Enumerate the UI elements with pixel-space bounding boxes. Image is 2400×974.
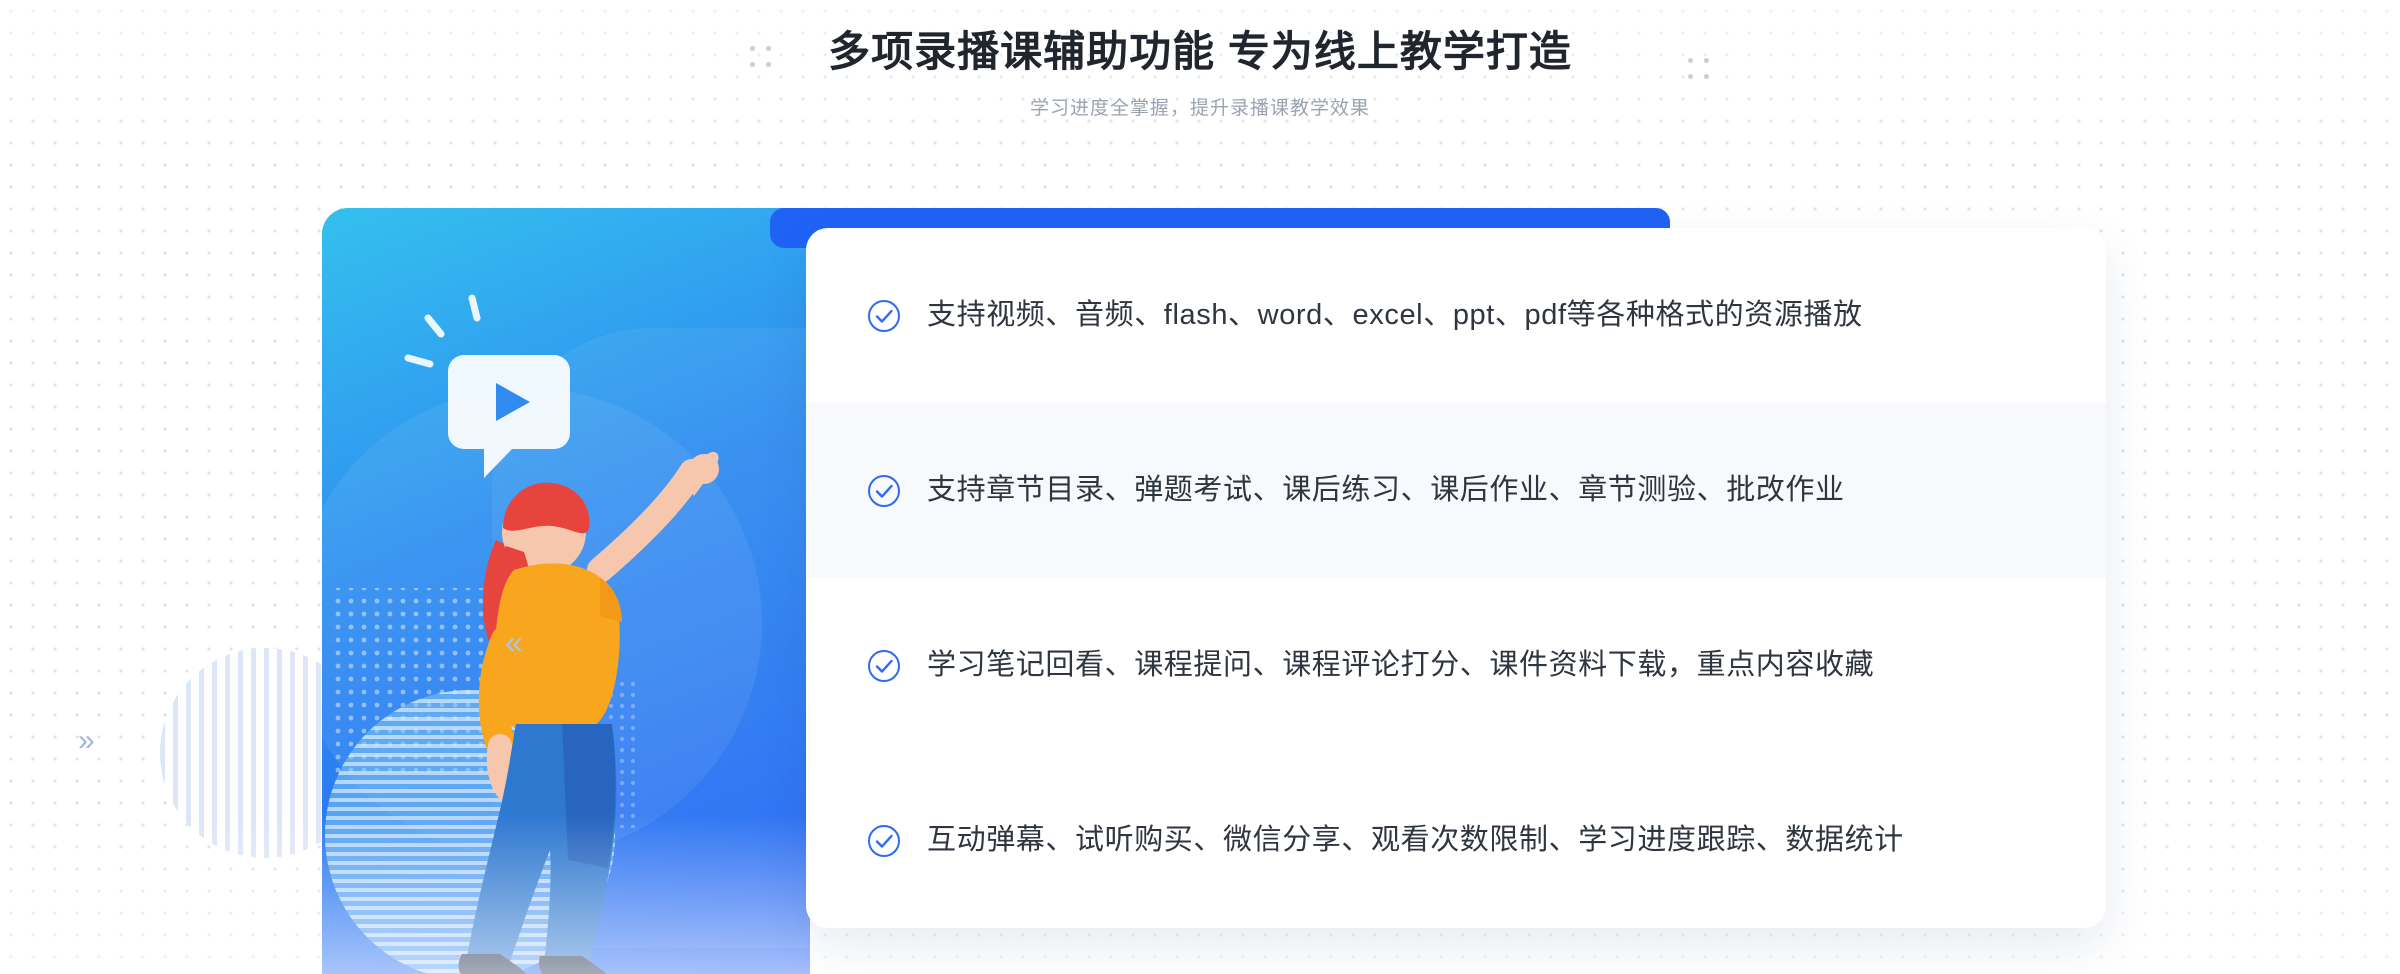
- page-root: » « 多项录播课辅助功能 专为线上教学打造 学习进度全掌握，提升录播课教学效果…: [0, 0, 2400, 974]
- dot-cluster-right-icon: [1688, 58, 1711, 81]
- feature-text: 支持章节目录、弹题考试、课后练习、课后作业、章节测验、批改作业: [927, 474, 1845, 507]
- feature-text: 学习笔记回看、课程提问、课程评论打分、课件资料下载，重点内容收藏: [927, 649, 1875, 682]
- dot-cluster-left-icon: [750, 46, 773, 69]
- page-title: 多项录播课辅助功能 专为线上教学打造: [828, 28, 1572, 75]
- page-subtitle: 学习进度全掌握，提升录播课教学效果: [1029, 97, 1370, 119]
- feature-card: 支持视频、音频、flash、word、excel、ppt、pdf等各种格式的资源…: [806, 228, 2106, 928]
- feature-text: 互动弹幕、试听购买、微信分享、观看次数限制、学习进度跟踪、数据统计: [927, 824, 1904, 857]
- feature-text: 支持视频、音频、flash、word、excel、ppt、pdf等各种格式的资源…: [927, 299, 1863, 332]
- check-circle-icon: [868, 474, 900, 507]
- feature-row[interactable]: 互动弹幕、试听购买、微信分享、观看次数限制、学习进度跟踪、数据统计: [806, 753, 2106, 928]
- chevron-left-icon: «: [505, 624, 523, 660]
- person-illustration: [404, 294, 719, 974]
- check-circle-icon: [868, 649, 900, 682]
- feature-row[interactable]: 学习笔记回看、课程提问、课程评论打分、课件资料下载，重点内容收藏: [806, 578, 2106, 753]
- feature-row[interactable]: 支持章节目录、弹题考试、课后练习、课后作业、章节测验、批改作业: [806, 403, 2106, 578]
- check-circle-icon: [868, 299, 900, 332]
- video-player-icon: [404, 294, 570, 478]
- chevron-right-small-icon: »: [78, 724, 95, 757]
- check-circle-icon: [868, 824, 900, 857]
- feature-row[interactable]: 支持视频、音频、flash、word、excel、ppt、pdf等各种格式的资源…: [806, 228, 2106, 403]
- page-header: 多项录播课辅助功能 专为线上教学打造 学习进度全掌握，提升录播课教学效果: [0, 0, 2400, 120]
